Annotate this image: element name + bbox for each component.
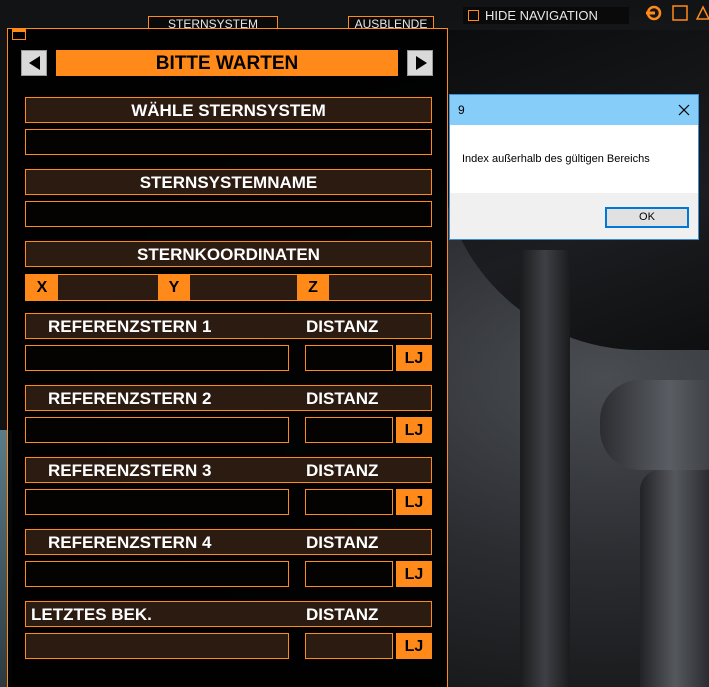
status-bar: BITTE WARTEN (56, 50, 398, 76)
distance-5-label: DISTANZ (306, 605, 379, 624)
coord-z-field[interactable] (329, 275, 431, 300)
unit-3-button[interactable]: LJ (396, 489, 432, 515)
last-known-header: LETZTES BEK. DISTANZ (25, 601, 432, 627)
reference-star-3-label: REFERENZSTERN 3 (48, 461, 212, 480)
unit-5-button[interactable]: LJ (396, 633, 432, 659)
ok-button[interactable]: OK (605, 207, 689, 228)
system-name-field[interactable] (25, 201, 432, 227)
unit-1-button[interactable]: LJ (396, 345, 432, 371)
bg-shape (520, 250, 570, 687)
reference-star-4-input[interactable] (25, 561, 289, 587)
window-icon[interactable] (12, 29, 26, 40)
distance-1-input[interactable] (305, 345, 393, 371)
last-known-input[interactable] (25, 633, 289, 659)
coordinates-row: X Y Z (25, 274, 432, 301)
hide-navigation-toggle[interactable]: HIDE NAVIGATION (463, 7, 629, 24)
next-button[interactable] (407, 50, 433, 76)
distance-5-input[interactable] (305, 633, 393, 659)
distance-2-input[interactable] (305, 417, 393, 443)
star-system-panel: BITTE WARTEN WÄHLE STERNSYSTEM STERNSYST… (7, 28, 448, 687)
coord-z-label: Z (297, 275, 329, 300)
distance-4-input[interactable] (305, 561, 393, 587)
checkbox-icon[interactable] (468, 10, 479, 21)
hide-navigation-label: HIDE NAVIGATION (485, 8, 598, 23)
select-system-header: WÄHLE STERNSYSTEM (25, 97, 432, 123)
coordinates-header: STERNKOORDINATEN (25, 241, 432, 267)
reference-star-3-header: REFERENZSTERN 3 DISTANZ (25, 457, 432, 483)
refresh-icon[interactable] (646, 5, 662, 21)
reference-star-1-header: REFERENZSTERN 1 DISTANZ (25, 313, 432, 339)
last-known-label: LETZTES BEK. (31, 605, 152, 624)
reference-star-2-label: REFERENZSTERN 2 (48, 389, 212, 408)
reference-star-1-input[interactable] (25, 345, 289, 371)
close-icon[interactable] (676, 102, 692, 118)
warning-triangle-icon[interactable] (696, 5, 709, 21)
reference-star-3-input[interactable] (25, 489, 289, 515)
coord-y-label: Y (158, 275, 190, 300)
bg-shape (600, 380, 709, 470)
distance-3-label: DISTANZ (306, 461, 379, 480)
distance-2-label: DISTANZ (306, 389, 379, 408)
arrow-right-icon (416, 56, 427, 70)
reference-star-2-header: REFERENZSTERN 2 DISTANZ (25, 385, 432, 411)
dialog-titlebar: 9 (450, 95, 698, 125)
square-icon[interactable] (672, 5, 688, 21)
system-name-header: STERNSYSTEMNAME (25, 169, 432, 195)
reference-star-2-input[interactable] (25, 417, 289, 443)
reference-star-1-label: REFERENZSTERN 1 (48, 317, 212, 336)
distance-3-input[interactable] (305, 489, 393, 515)
distance-4-label: DISTANZ (306, 533, 379, 552)
coord-x-field[interactable] (58, 275, 158, 300)
reference-star-4-label: REFERENZSTERN 4 (48, 533, 212, 552)
dialog-title: 9 (458, 103, 465, 117)
unit-2-button[interactable]: LJ (396, 417, 432, 443)
nav-row: BITTE WARTEN (21, 50, 433, 76)
reference-star-4-header: REFERENZSTERN 4 DISTANZ (25, 529, 432, 555)
unit-4-button[interactable]: LJ (396, 561, 432, 587)
coord-x-label: X (26, 275, 58, 300)
dialog-message: Index außerhalb des gültigen Bereichs (450, 125, 698, 193)
distance-1-label: DISTANZ (306, 317, 379, 336)
error-dialog: 9 Index außerhalb des gültigen Bereichs … (449, 94, 699, 240)
coord-y-field[interactable] (190, 275, 297, 300)
select-system-field[interactable] (25, 129, 432, 155)
bg-shape (640, 470, 709, 687)
arrow-left-icon (29, 56, 40, 70)
prev-button[interactable] (21, 50, 47, 76)
